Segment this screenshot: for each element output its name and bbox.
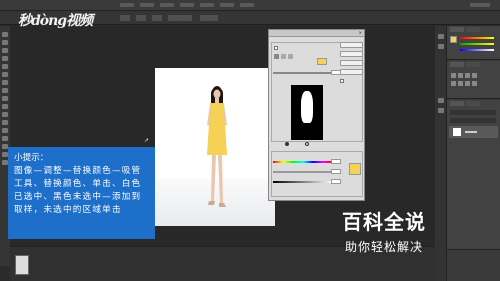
image-radio[interactable] — [305, 142, 309, 146]
tool-option[interactable] — [136, 15, 146, 21]
saturation-slider[interactable] — [273, 171, 333, 173]
eraser-tool-icon[interactable] — [2, 96, 8, 101]
lasso-tool-icon[interactable] — [2, 48, 8, 53]
properties-icon[interactable] — [438, 44, 444, 49]
tab-styles[interactable] — [466, 62, 480, 67]
replace-color-dialog[interactable]: ✕ — [268, 29, 365, 201]
layer-lock-options[interactable] — [450, 118, 496, 123]
selection-mask — [301, 91, 313, 123]
tip-body: 图像—调整—替换颜色—吸管工具、替换颜色、单击、白色已选中、黑色未选中—添加到取… — [14, 166, 142, 215]
move-tool-icon[interactable] — [2, 32, 8, 37]
selection-color-swatch[interactable] — [317, 58, 327, 65]
brush-tool-icon[interactable] — [2, 80, 8, 85]
brightness-icon[interactable] — [451, 73, 456, 78]
photo-filter-icon[interactable] — [472, 81, 477, 86]
cursor-icon: ➚ — [144, 137, 150, 144]
tab-channels[interactable] — [466, 101, 480, 106]
tool-option[interactable] — [200, 15, 218, 21]
layer-actions-bar — [449, 268, 498, 274]
menu-item[interactable] — [180, 3, 194, 7]
brush-panel-icon[interactable] — [438, 98, 444, 103]
localized-clusters-checkbox[interactable] — [274, 46, 278, 50]
document-thumbnail[interactable] — [15, 255, 29, 275]
green-slider[interactable] — [460, 43, 494, 45]
tab-swatches[interactable] — [466, 27, 480, 32]
lightness-slider[interactable] — [273, 181, 333, 183]
load-button[interactable] — [340, 60, 363, 66]
window-controls[interactable] — [470, 3, 490, 7]
crop-tool-icon[interactable] — [2, 64, 8, 69]
eyedropper-minus-icon[interactable] — [288, 54, 293, 59]
logo-text: 秒dòng视频 — [18, 13, 93, 29]
red-slider[interactable] — [460, 37, 494, 39]
lightness-field[interactable] — [331, 179, 341, 184]
hue-slider[interactable] — [273, 161, 333, 163]
eyedropper-icon[interactable] — [274, 54, 279, 59]
document-canvas[interactable] — [155, 68, 275, 226]
menu-item[interactable] — [160, 3, 174, 7]
tab-layers[interactable] — [450, 101, 464, 106]
menu-item[interactable] — [200, 3, 214, 7]
curves-icon[interactable] — [465, 73, 470, 78]
hue-saturation-icon[interactable] — [451, 81, 456, 86]
hue-field[interactable] — [331, 159, 341, 164]
eyedropper-tool-icon[interactable] — [2, 72, 8, 77]
path-tool-icon[interactable] — [2, 136, 8, 141]
tip-title: 小提示： — [14, 153, 49, 163]
menu-item[interactable] — [140, 3, 154, 7]
stamp-tool-icon[interactable] — [2, 88, 8, 93]
layer-name — [465, 131, 477, 133]
save-button[interactable] — [340, 69, 363, 75]
blue-slider[interactable] — [460, 49, 494, 51]
magic-wand-icon[interactable] — [2, 56, 8, 61]
tool-option[interactable] — [168, 15, 192, 21]
blend-mode-select[interactable] — [450, 110, 496, 115]
watermark: 百科全说 助你轻松解决 — [336, 206, 432, 258]
adjustments-panel — [447, 61, 500, 99]
history-icon[interactable] — [438, 34, 444, 39]
exposure-icon[interactable] — [472, 73, 477, 78]
saturation-field[interactable] — [331, 169, 341, 174]
preview-checkbox[interactable] — [340, 79, 344, 83]
tool-option[interactable] — [120, 15, 130, 21]
color-balance-icon[interactable] — [458, 81, 463, 86]
dodge-tool-icon[interactable] — [2, 112, 8, 117]
tip-box: 小提示： 图像—调整—替换颜色—吸管工具、替换颜色、单击、白色已选中、黑色未选中… — [8, 147, 155, 239]
watermark-subtitle: 助你轻松解决 — [344, 240, 423, 254]
menu-item[interactable] — [220, 3, 234, 7]
tool-option[interactable] — [152, 15, 162, 21]
panel-icon-strip — [435, 26, 447, 281]
character-panel-icon[interactable] — [438, 108, 444, 113]
layer-thumbnail — [453, 128, 461, 136]
menu-item[interactable] — [240, 3, 254, 7]
tab-color[interactable] — [450, 27, 464, 32]
marquee-tool-icon[interactable] — [2, 40, 8, 45]
levels-icon[interactable] — [458, 73, 463, 78]
fuzziness-slider[interactable] — [273, 72, 333, 74]
menu-item[interactable] — [120, 3, 134, 7]
dialog-title-bar[interactable]: ✕ — [269, 30, 364, 37]
pen-tool-icon[interactable] — [2, 120, 8, 125]
eyedropper-plus-icon[interactable] — [281, 54, 286, 59]
result-color-swatch[interactable] — [349, 163, 361, 175]
type-tool-icon[interactable] — [2, 128, 8, 133]
cancel-button[interactable] — [340, 51, 363, 57]
ok-button[interactable] — [340, 42, 363, 48]
channel-logo: 秒dòng视频 — [18, 10, 108, 34]
watermark-title: 百科全说 — [342, 210, 426, 234]
layers-panel — [447, 100, 500, 250]
selection-radio[interactable] — [285, 142, 289, 146]
foreground-color-swatch[interactable] — [450, 36, 457, 43]
selection-preview[interactable] — [291, 85, 323, 140]
layer-row[interactable] — [449, 126, 498, 138]
gradient-tool-icon[interactable] — [2, 104, 8, 109]
color-panel — [447, 26, 500, 60]
close-icon[interactable]: ✕ — [359, 31, 362, 35]
model-photo — [207, 86, 227, 207]
black-white-icon[interactable] — [465, 81, 470, 86]
tab-adjustments[interactable] — [450, 62, 464, 67]
